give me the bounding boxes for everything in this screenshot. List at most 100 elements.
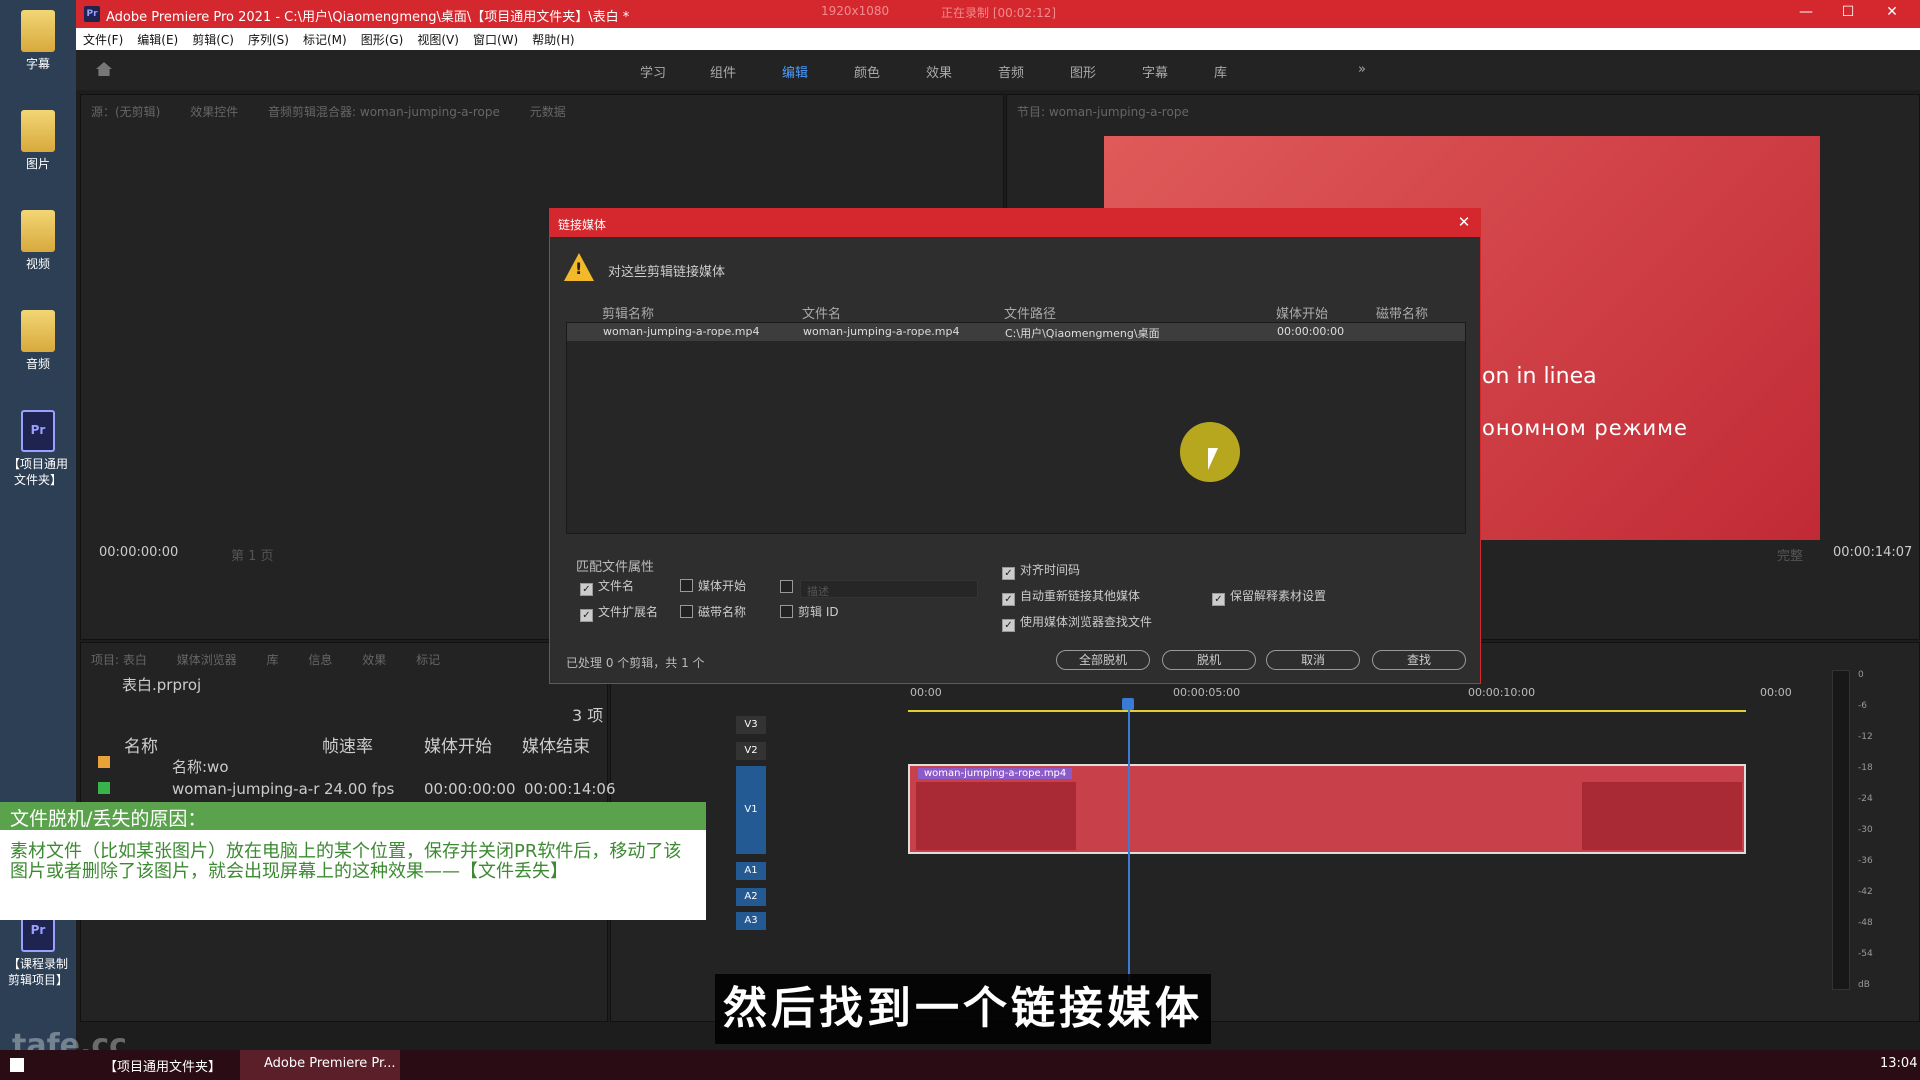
program-fit-select[interactable]: 完整 xyxy=(1777,545,1803,564)
meter-tick: -24 xyxy=(1858,794,1873,804)
offline-all-button[interactable]: 全部脱机 xyxy=(1056,650,1150,670)
menu-sequence[interactable]: 序列(S) xyxy=(241,28,296,51)
workspace-tab-effects[interactable]: 效果 xyxy=(926,62,952,81)
column-name[interactable]: 名称 xyxy=(124,732,158,757)
use-media-browser-checkbox[interactable]: ✓ 使用媒体浏览器查找文件 xyxy=(1002,613,1152,632)
close-icon[interactable]: ✕ xyxy=(1454,212,1474,232)
match-clip-id-checkbox[interactable]: 剪辑 ID xyxy=(780,603,839,620)
column-tape-name[interactable]: 磁带名称 xyxy=(1376,303,1428,322)
project-panel-tabs: 项目: 表白 媒体浏览器 库 信息 效果 标记 xyxy=(91,651,466,668)
clip-row-name[interactable]: woman-jumping-a-r xyxy=(172,780,319,798)
match-description-checkbox[interactable] xyxy=(780,580,798,594)
track-a2[interactable]: A2 xyxy=(736,888,766,906)
track-v1[interactable]: V1 xyxy=(736,766,766,854)
column-media-start[interactable]: 媒体开始 xyxy=(1276,303,1328,322)
match-file-extension-checkbox[interactable]: ✓ 文件扩展名 xyxy=(580,603,658,622)
menu-view[interactable]: 视图(V) xyxy=(410,28,466,51)
home-icon[interactable] xyxy=(96,62,112,76)
workspace-tab-audio[interactable]: 音频 xyxy=(998,62,1024,81)
tab-project[interactable]: 项目: 表白 xyxy=(91,653,147,667)
tab-libraries[interactable]: 库 xyxy=(267,653,279,667)
menu-window[interactable]: 窗口(W) xyxy=(466,28,525,51)
meter-tick: -6 xyxy=(1858,701,1867,711)
match-tape-name-checkbox[interactable]: 磁带名称 xyxy=(680,603,746,620)
desktop-icon-images[interactable]: 图片 xyxy=(4,110,72,172)
row-file-path: C:\用户\Qiaomengmeng\桌面 xyxy=(1005,327,1160,340)
match-file-name-checkbox[interactable]: ✓ 文件名 xyxy=(580,577,634,596)
workspace-tab-editing[interactable]: 编辑 xyxy=(782,62,808,81)
desktop-icon-course-project[interactable]: Pr 【课程录制剪辑项目】 xyxy=(4,910,72,988)
tab-source[interactable]: 源：(无剪辑) xyxy=(91,105,160,119)
menu-edit[interactable]: 编辑(E) xyxy=(130,28,185,51)
source-page[interactable]: 第 1 页 xyxy=(231,545,274,564)
minimize-button[interactable]: — xyxy=(1786,4,1826,24)
track-a3[interactable]: A3 xyxy=(736,912,766,930)
tab-program[interactable]: 节目: woman-jumping-a-rope xyxy=(1017,105,1189,119)
timeline-clip[interactable]: woman-jumping-a-rope.mp4 xyxy=(908,764,1746,854)
program-timecode[interactable]: 00:00:14:07 xyxy=(1833,545,1912,560)
auto-relink-checkbox[interactable]: ✓ 自动重新链接其他媒体 xyxy=(1002,587,1140,606)
dialog-title: 链接媒体 xyxy=(550,209,1480,237)
timeline-ruler[interactable]: 00:00 00:00:05:00 00:00:10:00 00:00 xyxy=(908,682,1792,712)
column-clip-name[interactable]: 剪辑名称 xyxy=(602,303,654,322)
source-timecode[interactable]: 00:00:00:00 xyxy=(99,545,178,560)
column-media-end[interactable]: 媒体结束 xyxy=(522,732,590,757)
track-a1[interactable]: A1 xyxy=(736,862,766,880)
table-row[interactable]: woman-jumping-a-rope.mp4 woman-jumping-a… xyxy=(567,323,1465,341)
taskbar-item-premiere[interactable]: Adobe Premiere Pr... xyxy=(264,1056,396,1071)
workspace-tab-color[interactable]: 颜色 xyxy=(854,62,880,81)
track-v2[interactable]: V2 xyxy=(736,742,766,760)
tab-audio-clip-mixer[interactable]: 音频剪辑混合器: woman-jumping-a-rope xyxy=(268,105,500,119)
track-v3[interactable]: V3 xyxy=(736,716,766,734)
note-body: 素材文件（比如某张图片）放在电脑上的某个位置，保存并关闭PR软件后，移动了该图片… xyxy=(0,830,706,920)
desktop-icon-project-folder[interactable]: Pr 【项目通用文件夹】 xyxy=(4,410,72,488)
workspace-tab-libraries[interactable]: 库 xyxy=(1214,62,1227,81)
menu-file[interactable]: 文件(F) xyxy=(76,28,130,51)
checkbox-box xyxy=(680,579,693,592)
checkbox-label: 媒体开始 xyxy=(698,579,747,593)
desktop-icon-subtitles[interactable]: 字幕 xyxy=(4,10,72,72)
offline-button[interactable]: 脱机 xyxy=(1162,650,1256,670)
tab-effects[interactable]: 效果 xyxy=(362,653,386,667)
desktop-icon-videos[interactable]: 视频 xyxy=(4,210,72,272)
match-media-start-checkbox[interactable]: 媒体开始 xyxy=(680,577,746,594)
folder-icon xyxy=(21,310,55,352)
check-icon: ✓ xyxy=(580,609,593,622)
tab-metadata[interactable]: 元数据 xyxy=(530,105,566,119)
workspace-tab-graphics[interactable]: 图形 xyxy=(1070,62,1096,81)
description-field: 描述 xyxy=(800,580,978,598)
windows-start-icon[interactable] xyxy=(10,1058,24,1072)
workspace-bar: 学习 组件 编辑 颜色 效果 音频 图形 字幕 库 » xyxy=(76,50,1920,90)
tab-markers[interactable]: 标记 xyxy=(416,653,440,667)
bin-row-name[interactable]: 名称:wo xyxy=(172,756,229,777)
workspace-more-button[interactable]: » xyxy=(1358,62,1366,77)
tab-media-browser[interactable]: 媒体浏览器 xyxy=(177,653,237,667)
menu-markers[interactable]: 标记(M) xyxy=(296,28,354,51)
tab-info[interactable]: 信息 xyxy=(308,653,332,667)
menu-help[interactable]: 帮助(H) xyxy=(525,28,581,51)
menu-graphics[interactable]: 图形(G) xyxy=(354,28,411,51)
cancel-button[interactable]: 取消 xyxy=(1266,650,1360,670)
meter-tick: -48 xyxy=(1858,918,1873,928)
recording-size: 1920x1080 xyxy=(821,4,890,18)
clip-row-start: 00:00:00:00 xyxy=(424,780,516,798)
desktop-icon-audio[interactable]: 音频 xyxy=(4,310,72,372)
preserve-interpret-checkbox[interactable]: ✓ 保留解释素材设置 xyxy=(1212,587,1326,606)
recording-status: 正在录制 [00:02:12] xyxy=(941,6,1057,20)
workspace-tab-assembly[interactable]: 组件 xyxy=(710,62,736,81)
workspace-tab-learn[interactable]: 学习 xyxy=(640,62,666,81)
column-file-path[interactable]: 文件路径 xyxy=(1004,303,1056,322)
locate-button[interactable]: 查找 xyxy=(1372,650,1466,670)
maximize-button[interactable]: ☐ xyxy=(1828,4,1868,24)
column-media-start[interactable]: 媒体开始 xyxy=(424,732,492,757)
workspace-tab-captions[interactable]: 字幕 xyxy=(1142,62,1168,81)
playhead[interactable] xyxy=(1128,702,1130,982)
taskbar-item-folder[interactable]: 【项目通用文件夹】 xyxy=(104,1056,221,1075)
align-timecode-checkbox[interactable]: ✓ 对齐时间码 xyxy=(1002,561,1080,580)
work-area-bar[interactable] xyxy=(908,710,1746,712)
column-file-name[interactable]: 文件名 xyxy=(802,303,841,322)
menu-clip[interactable]: 剪辑(C) xyxy=(185,28,241,51)
tab-effect-controls[interactable]: 效果控件 xyxy=(190,105,238,119)
close-window-button[interactable]: ✕ xyxy=(1872,4,1912,24)
column-frame-rate[interactable]: 帧速率 xyxy=(322,732,373,757)
